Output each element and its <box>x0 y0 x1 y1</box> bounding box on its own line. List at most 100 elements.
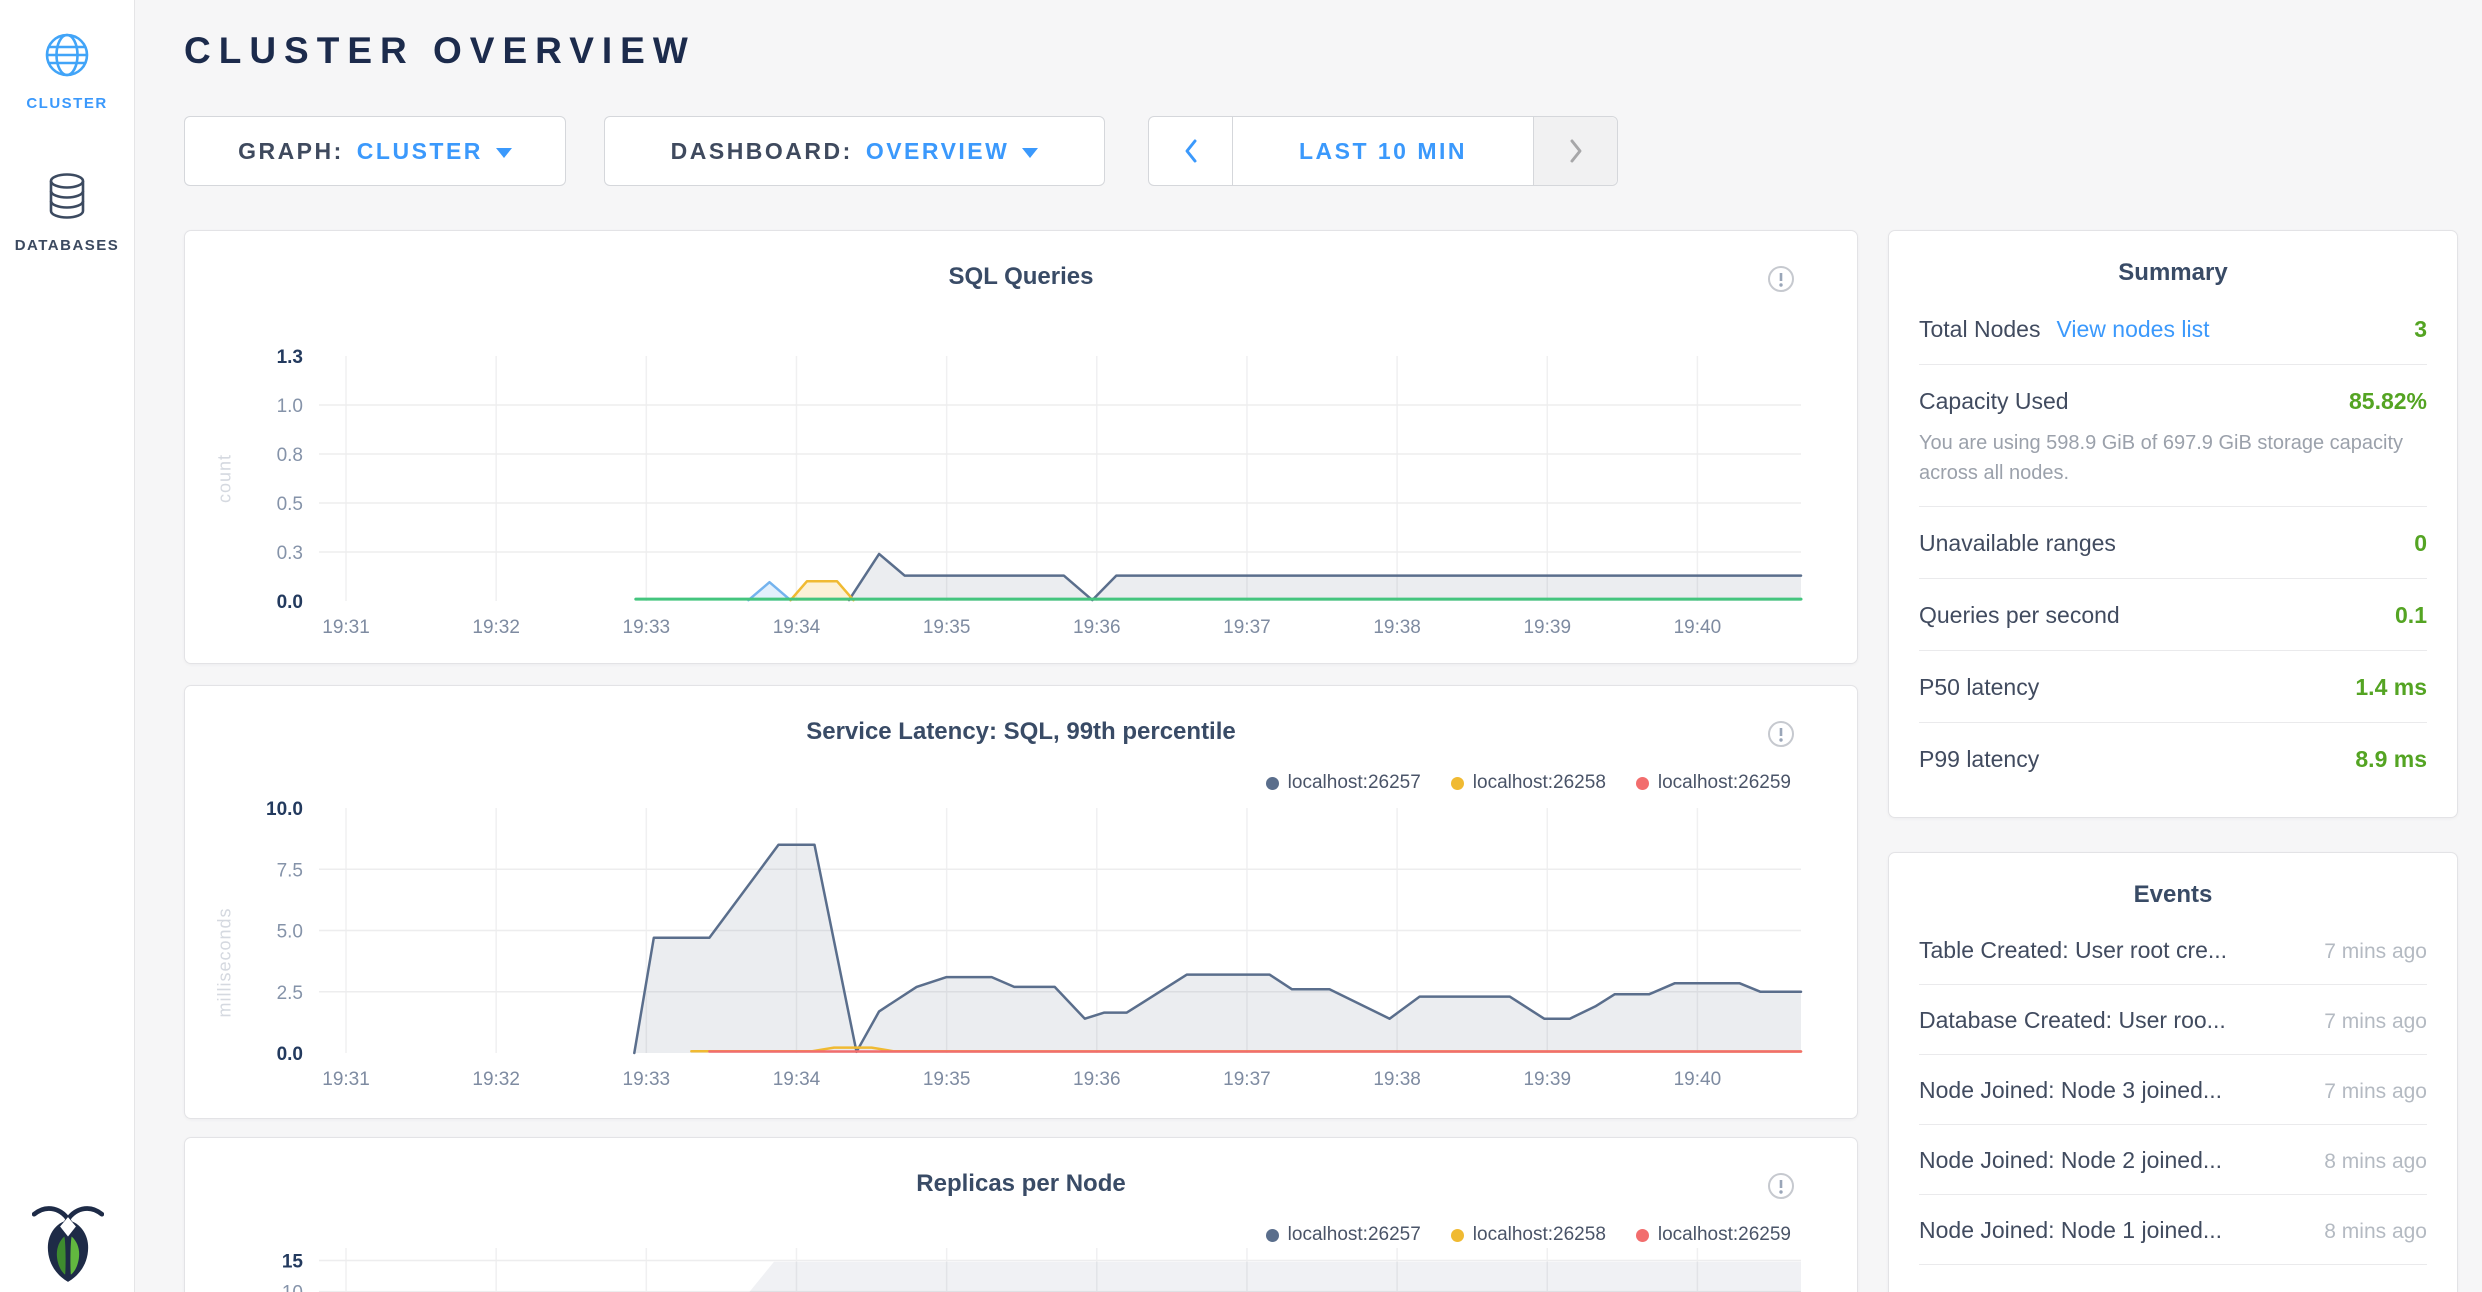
x-tick-label: 19:36 <box>1073 1069 1121 1090</box>
summary-label: Total Nodes <box>1919 316 2040 343</box>
event-row: Node Joined: Node 1 joined... 8 mins ago <box>1919 1195 2427 1265</box>
graph-dropdown-label: GRAPH: <box>238 138 344 165</box>
event-timestamp: 8 mins ago <box>2324 1150 2427 1174</box>
y-tick-label: 0.0 <box>277 592 303 613</box>
time-prev-button[interactable] <box>1149 117 1233 185</box>
y-tick-label: 15 <box>282 1251 304 1272</box>
event-timestamp: 8 mins ago <box>2324 1220 2427 1244</box>
capacity-description: You are using 598.9 GiB of 697.9 GiB sto… <box>1919 422 2427 507</box>
time-range-picker: LAST 10 MIN <box>1148 116 1618 186</box>
summary-label: Queries per second <box>1919 602 2120 629</box>
cluster-overview-page: { "sidebar": { "items": [ { "label": "CL… <box>0 0 2482 1292</box>
x-tick-label: 19:37 <box>1223 617 1271 638</box>
x-tick-label: 19:32 <box>472 617 520 638</box>
y-tick-label: 0.8 <box>277 445 303 466</box>
cockroach-logo-icon <box>32 1202 104 1284</box>
x-tick-label: 19:39 <box>1523 1069 1571 1090</box>
y-tick-label: 0.5 <box>277 494 303 515</box>
series-area <box>699 1262 1801 1292</box>
summary-label: Capacity Used <box>1919 388 2069 415</box>
event-row: Database Created: User roo... 7 mins ago <box>1919 985 2427 1055</box>
events-title: Events <box>1889 881 2457 909</box>
event-row: Node Joined: Node 2 joined... 8 mins ago <box>1919 1125 2427 1195</box>
sidebar-item-label: DATABASES <box>0 237 134 254</box>
summary-value: 0 <box>2414 530 2427 557</box>
event-text: Node Joined: Node 2 joined... <box>1919 1147 2222 1174</box>
x-tick-label: 19:40 <box>1674 617 1722 638</box>
x-tick-label: 19:37 <box>1223 1069 1271 1090</box>
event-timestamp: 7 mins ago <box>2324 940 2427 964</box>
y-tick-label: 0.3 <box>277 543 303 564</box>
y-tick-label: 10 <box>282 1283 303 1292</box>
y-tick-label: 1.0 <box>277 396 303 417</box>
chart-card-service-latency: Service Latency: SQL, 99th percentile lo… <box>184 685 1858 1119</box>
event-text: Database Created: User roo... <box>1919 1007 2226 1034</box>
sidebar-item-cluster[interactable]: CLUSTER <box>0 30 134 112</box>
event-row: Node Joined: Node 3 joined... 7 mins ago <box>1919 1055 2427 1125</box>
time-next-button[interactable] <box>1533 117 1617 185</box>
summary-value: 0.1 <box>2395 602 2427 629</box>
x-tick-label: 19:31 <box>322 1069 370 1090</box>
summary-title: Summary <box>1889 259 2457 287</box>
event-text: Node Joined: Node 3 joined... <box>1919 1077 2222 1104</box>
graph-dropdown-value: CLUSTER <box>357 138 483 165</box>
event-timestamp: 7 mins ago <box>2324 1010 2427 1034</box>
event-timestamp: 7 mins ago <box>2324 1080 2427 1104</box>
series-area <box>849 554 1801 601</box>
dashboard-dropdown-label: DASHBOARD: <box>671 138 853 165</box>
y-tick-label: 10.0 <box>266 799 303 820</box>
page-title: CLUSTER OVERVIEW <box>184 30 696 72</box>
globe-icon <box>42 30 92 80</box>
chevron-down-icon <box>496 148 512 158</box>
x-tick-label: 19:31 <box>322 617 370 638</box>
time-range-value[interactable]: LAST 10 MIN <box>1233 117 1533 185</box>
x-tick-label: 19:34 <box>773 617 821 638</box>
series-area <box>634 845 1801 1053</box>
x-tick-label: 19:35 <box>923 617 971 638</box>
chevron-down-icon <box>1022 148 1038 158</box>
chart-card-replicas-per-node: Replicas per Node localhost:26257localho… <box>184 1137 1858 1292</box>
event-text: Table Created: User root cre... <box>1919 937 2227 964</box>
summary-panel: Summary Total Nodes View nodes list 3 Ca… <box>1888 230 2458 818</box>
event-row: Table Created: User root cre... 7 mins ag… <box>1919 915 2427 985</box>
dashboard-dropdown-value: OVERVIEW <box>866 138 1010 165</box>
sidebar-item-label: CLUSTER <box>0 95 134 112</box>
sql-queries-plot[interactable]: 19:3119:3219:3319:3419:3519:3619:3719:38… <box>185 231 1858 664</box>
summary-label: P99 latency <box>1919 746 2039 773</box>
summary-label: Unavailable ranges <box>1919 530 2116 557</box>
view-nodes-list-link[interactable]: View nodes list <box>2056 316 2209 343</box>
service-latency-plot[interactable]: 19:31 19:32 19:33 19:34 19:35 19:36 19:37 19:38… <box>185 686 1858 1119</box>
x-tick-label: 19:39 <box>1523 617 1571 638</box>
summary-row-total-nodes: Total Nodes View nodes list 3 <box>1919 293 2427 365</box>
x-tick-label: 19:34 <box>773 1069 821 1090</box>
x-tick-label: 19:32 <box>472 1069 520 1090</box>
summary-value: 1.4 ms <box>2355 674 2427 701</box>
y-tick-label: 1.3 <box>277 347 303 368</box>
summary-value: 8.9 ms <box>2355 746 2427 773</box>
summary-row: Queries per second 0.1 <box>1919 579 2427 651</box>
x-tick-label: 19:38 <box>1373 617 1421 638</box>
y-tick-label: 0.0 <box>277 1044 303 1065</box>
sidebar: CLUSTER DATABASES <box>0 0 135 1292</box>
replicas-per-node-plot[interactable]: 19:3119:3219:3319:3419:3519:3619:3719:38… <box>185 1138 1858 1292</box>
dashboard-dropdown[interactable]: DASHBOARD: OVERVIEW <box>604 116 1105 186</box>
chevron-left-icon <box>1182 137 1200 165</box>
database-icon <box>44 172 90 222</box>
x-tick-label: 19:36 <box>1073 617 1121 638</box>
x-tick-label: 19:38 <box>1373 1069 1421 1090</box>
events-panel: Events Table Created: User root cre... 7 … <box>1888 852 2458 1292</box>
x-tick-label: 19:35 <box>923 1069 971 1090</box>
summary-value: 3 <box>2414 316 2427 343</box>
event-text: Node Joined: Node 1 joined... <box>1919 1217 2222 1244</box>
y-tick-label: 7.5 <box>277 860 303 881</box>
summary-label: P50 latency <box>1919 674 2039 701</box>
graph-dropdown[interactable]: GRAPH: CLUSTER <box>184 116 566 186</box>
chart-card-sql-queries: SQL Queries count 19:3119:3219:3319:3419… <box>184 230 1858 664</box>
y-tick-label: 5.0 <box>277 922 303 943</box>
sidebar-item-databases[interactable]: DATABASES <box>0 172 134 254</box>
summary-value: 85.82% <box>2349 388 2427 415</box>
x-tick-label: 19:33 <box>623 1069 671 1090</box>
chevron-right-icon <box>1567 137 1585 165</box>
summary-row: P99 latency 8.9 ms <box>1919 723 2427 794</box>
x-tick-label: 19:40 <box>1674 1069 1722 1090</box>
